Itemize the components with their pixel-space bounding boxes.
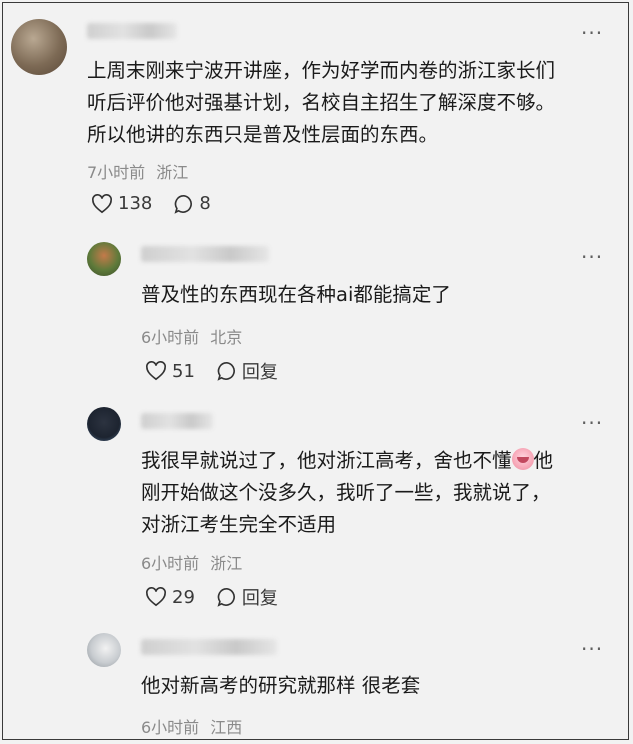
- heart-outline-icon: [146, 361, 166, 381]
- username-blurred[interactable]: [141, 246, 269, 262]
- comment-text: 上周末刚来宁波开讲座，作为好学而内卷的浙江家长们 听后评价他对强基计划，名校自主…: [87, 55, 555, 151]
- more-dots-icon[interactable]: ···: [581, 639, 603, 659]
- reply-count: 8: [199, 193, 211, 214]
- comment-line: 所以他讲的东西只是普及性层面的东西。: [87, 123, 439, 146]
- reply-label: 回复: [241, 362, 278, 383]
- comment-line: 我很早就说过了，他对浙江高考，舍也不懂他: [141, 448, 554, 472]
- reply-count-button[interactable]: 8: [174, 193, 211, 214]
- timestamp: 7小时前: [87, 163, 146, 182]
- crying-face-emoji-icon: [511, 448, 534, 470]
- speech-bubble-icon: [217, 587, 235, 607]
- like-count: 29: [172, 586, 195, 608]
- comment-meta: 6小时前 江西: [141, 714, 248, 738]
- speech-bubble-icon: [174, 194, 193, 214]
- username-blurred[interactable]: [141, 413, 213, 429]
- location: 浙江: [156, 163, 189, 182]
- avatar[interactable]: [87, 633, 121, 667]
- location: 江西: [210, 718, 243, 737]
- comment-line: 刚开始做这个没多久，我听了一些，我就说了，: [141, 481, 551, 504]
- timestamp: 6小时前: [141, 328, 200, 347]
- heart-outline-icon: [92, 193, 112, 213]
- avatar[interactable]: [87, 407, 121, 441]
- like-button[interactable]: 51: [145, 361, 195, 382]
- comment-text: 我很早就说过了，他对浙江高考，舍也不懂他 刚开始做这个没多久，我听了一些，我就说…: [141, 445, 553, 541]
- comment-thread: ··· 上周末刚来宁波开讲座，作为好学而内卷的浙江家长们 听后评价他对强基计划，…: [2, 2, 629, 740]
- speech-bubble-icon: [217, 361, 235, 381]
- comment-meta: 7小时前 浙江: [87, 159, 194, 183]
- more-dots-icon[interactable]: ···: [581, 413, 603, 433]
- like-count: 51: [172, 360, 195, 382]
- reply-button[interactable]: 回复: [217, 584, 278, 610]
- avatar[interactable]: [11, 19, 67, 75]
- more-dots-icon[interactable]: ···: [581, 23, 603, 43]
- comment-actions: 51 回复: [145, 358, 300, 384]
- comment-text: 他对新高考的研究就那样 很老套: [141, 670, 420, 702]
- like-button[interactable]: 29: [145, 587, 195, 608]
- username-blurred[interactable]: [141, 639, 277, 655]
- timestamp: 6小时前: [141, 718, 200, 737]
- comment-meta: 6小时前 浙江: [141, 550, 248, 574]
- location: 北京: [210, 328, 243, 347]
- heart-outline-icon: [146, 587, 166, 607]
- comment-actions: 29 回复: [145, 584, 300, 610]
- like-button[interactable]: 138: [91, 193, 152, 214]
- timestamp: 6小时前: [141, 554, 200, 573]
- reply-label: 回复: [241, 588, 278, 609]
- reply-button[interactable]: 回复: [217, 358, 278, 384]
- comment-actions: 138 8: [91, 193, 233, 214]
- comment-line: 听后评价他对强基计划，名校自主招生了解深度不够。: [87, 91, 556, 114]
- comment-line: 他对新高考的研究就那样 很老套: [141, 674, 421, 697]
- more-dots-icon[interactable]: ···: [581, 247, 603, 267]
- comment-line: 对浙江考生完全不适用: [141, 513, 337, 536]
- like-count: 138: [118, 193, 153, 214]
- comment-line: 上周末刚来宁波开讲座，作为好学而内卷的浙江家长们: [87, 59, 556, 82]
- comment-meta: 6小时前 北京: [141, 324, 248, 348]
- username-blurred[interactable]: [87, 23, 177, 39]
- comment-line: 普及性的东西现在各种ai都能搞定了: [141, 283, 451, 306]
- location: 浙江: [210, 554, 243, 573]
- comment-text: 普及性的东西现在各种ai都能搞定了: [141, 279, 451, 311]
- avatar[interactable]: [87, 242, 121, 276]
